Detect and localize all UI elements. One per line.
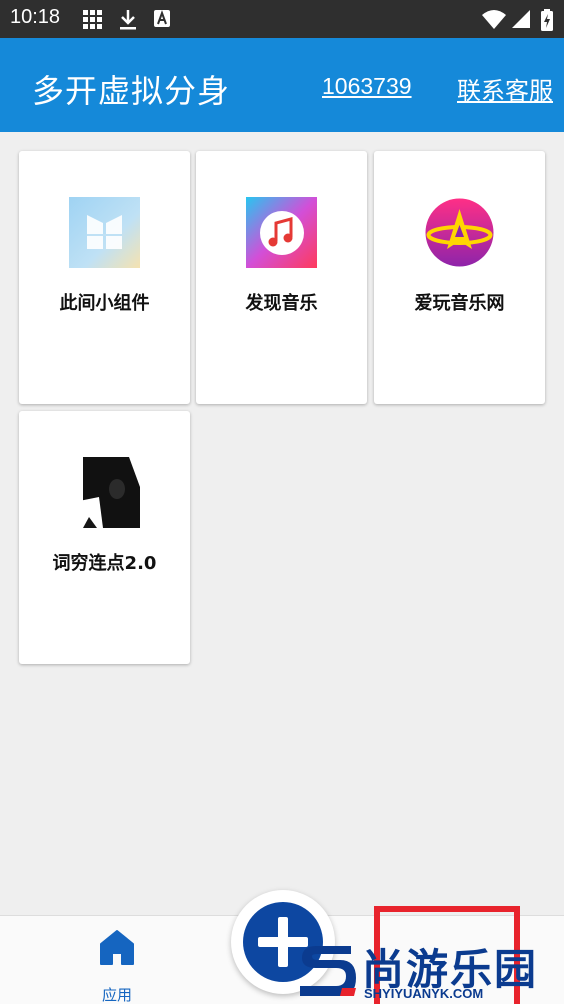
page-title: 多开虚拟分身 xyxy=(32,72,231,110)
id-link[interactable]: 1063739 xyxy=(322,73,412,100)
contact-service-link[interactable]: 联系客服 xyxy=(457,71,553,106)
status-bar: 10:18 xyxy=(0,0,564,38)
app-card-music[interactable]: 发现音乐 xyxy=(196,151,367,404)
app-card-lianDian[interactable]: 词穷连点2.0 xyxy=(19,411,190,664)
app-label: 此间小组件 xyxy=(59,293,150,314)
keyboard-a-icon xyxy=(154,10,170,27)
app-label: 爱玩音乐网 xyxy=(414,293,505,314)
app-card-aiwan[interactable]: 爱玩音乐网 xyxy=(374,151,545,404)
grid-icon xyxy=(83,10,102,29)
app-bar: 多开虚拟分身 1063739 联系客服 xyxy=(0,38,564,132)
nav-apps-label: 应用 xyxy=(101,986,132,1004)
dark-photo-app-icon xyxy=(69,457,140,528)
status-time: 10:18 xyxy=(10,6,61,28)
app-label: 发现音乐 xyxy=(245,293,318,314)
star-planet-app-icon xyxy=(425,198,494,267)
battery-charging-icon xyxy=(541,9,553,31)
music-note-app-icon xyxy=(246,197,317,268)
watermark-url: SHYIYUANYK.COM xyxy=(364,986,484,1001)
nav-apps-tab[interactable]: 应用 xyxy=(85,924,149,1004)
wifi-icon xyxy=(482,10,506,29)
download-icon xyxy=(120,10,136,30)
home-icon xyxy=(100,930,134,965)
widget-app-icon xyxy=(69,197,140,268)
watermark-logo-icon xyxy=(300,946,356,996)
signal-icon xyxy=(512,10,530,28)
app-card-widget[interactable]: 此间小组件 xyxy=(19,151,190,404)
app-label: 词穷连点2.0 xyxy=(52,553,157,574)
